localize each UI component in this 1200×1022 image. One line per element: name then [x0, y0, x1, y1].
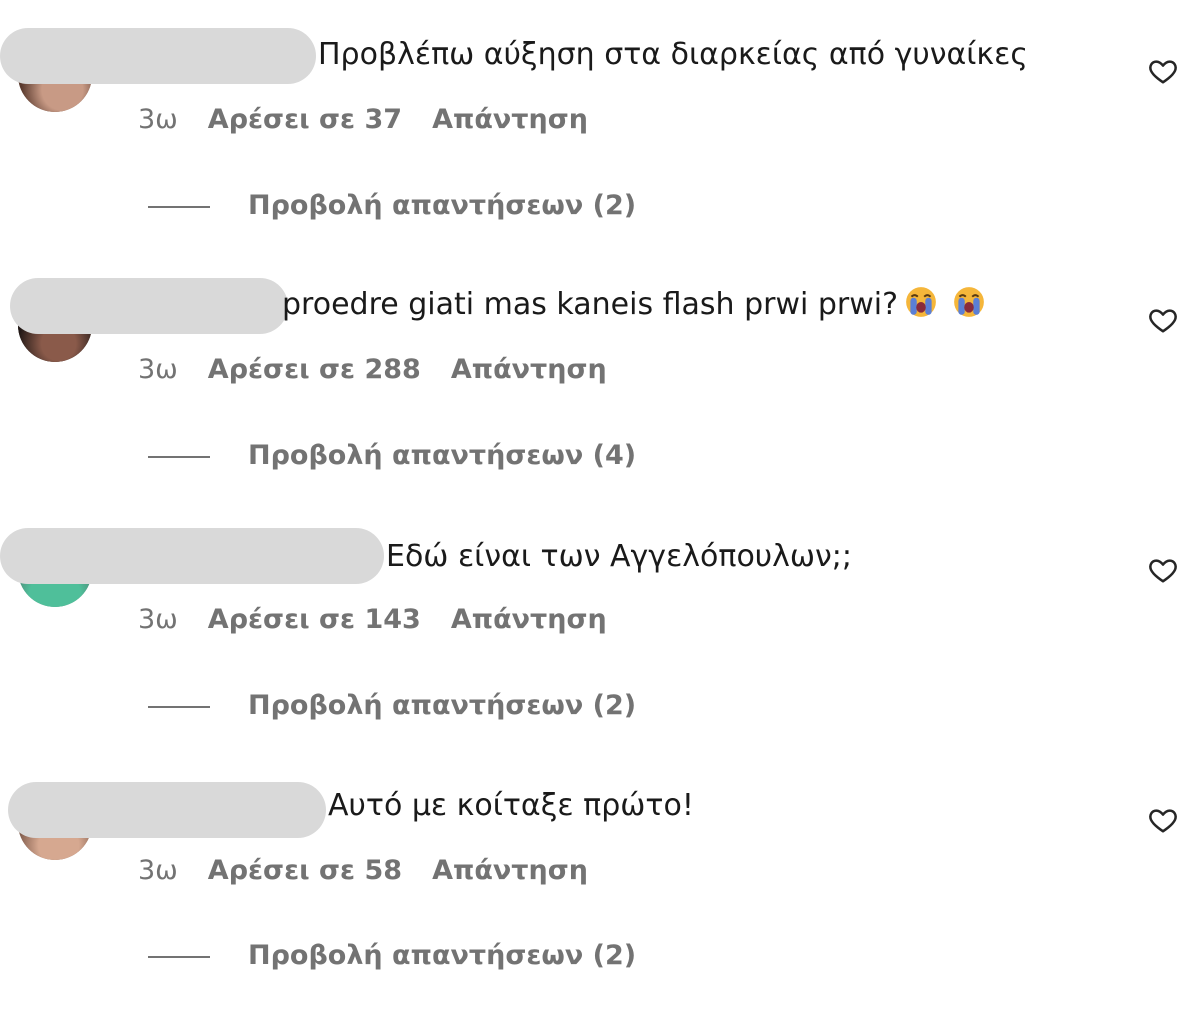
timestamp: 3ω [138, 855, 178, 886]
timestamp: 3ω [138, 604, 178, 635]
comment-meta: 3ω Αρέσει σε 37 Απάντηση [138, 103, 588, 137]
like-count[interactable]: Αρέσει σε 143 [208, 604, 421, 635]
comment-item: Αυτό με κοίταξε πρώτο! 3ω Αρέσει σε 58 Απά… [0, 750, 1200, 1000]
comment-item: proedre giati mas kaneis flash prwi prwi… [0, 250, 1200, 500]
comment-meta: 3ω Αρέσει σε 143 Απάντηση [138, 603, 607, 637]
like-count[interactable]: Αρέσει σε 58 [208, 855, 402, 886]
divider-line [148, 956, 210, 958]
loudly-crying-face-emoji [954, 287, 984, 317]
comment-text: Αυτό με κοίταξε πρώτο! [328, 788, 694, 823]
view-replies-label: Προβολή απαντήσεων (2) [248, 690, 637, 721]
view-replies-label: Προβολή απαντήσεων (2) [248, 190, 637, 221]
view-replies-label: Προβολή απαντήσεων (2) [248, 940, 637, 971]
username-redacted [0, 28, 316, 84]
comment-meta: 3ω Αρέσει σε 288 Απάντηση [138, 353, 607, 387]
heart-outline-icon[interactable] [1147, 805, 1179, 835]
reply-button[interactable]: Απάντηση [451, 354, 607, 385]
like-count[interactable]: Αρέσει σε 37 [208, 104, 402, 135]
heart-outline-icon[interactable] [1147, 56, 1179, 86]
like-count[interactable]: Αρέσει σε 288 [208, 354, 421, 385]
comment-text: Προβλέπω αύξηση στα διαρκείας από γυναίκ… [318, 37, 1028, 72]
reply-button[interactable]: Απάντηση [432, 104, 588, 135]
comment-text: Εδώ είναι των Αγγελόπουλων;; [386, 539, 853, 574]
comment-text-content: proedre giati mas kaneis flash prwi prwi… [282, 287, 899, 322]
username-redacted [0, 528, 384, 584]
username-redacted [8, 782, 326, 838]
comment-meta: 3ω Αρέσει σε 58 Απάντηση [138, 854, 588, 888]
loudly-crying-face-emoji [906, 287, 936, 317]
heart-outline-icon[interactable] [1147, 305, 1179, 335]
comment-text: proedre giati mas kaneis flash prwi prwi… [282, 285, 986, 325]
username-redacted [10, 278, 288, 334]
reply-button[interactable]: Απάντηση [451, 604, 607, 635]
divider-line [148, 456, 210, 458]
heart-outline-icon[interactable] [1147, 555, 1179, 585]
view-replies-label: Προβολή απαντήσεων (4) [248, 440, 637, 471]
divider-line [148, 706, 210, 708]
timestamp: 3ω [138, 104, 178, 135]
comment-item: Εδώ είναι των Αγγελόπουλων;; 3ω Αρέσει σε… [0, 500, 1200, 750]
reply-button[interactable]: Απάντηση [432, 855, 588, 886]
timestamp: 3ω [138, 354, 178, 385]
divider-line [148, 206, 210, 208]
comment-item: Προβλέπω αύξηση στα διαρκείας από γυναίκ… [0, 0, 1200, 250]
